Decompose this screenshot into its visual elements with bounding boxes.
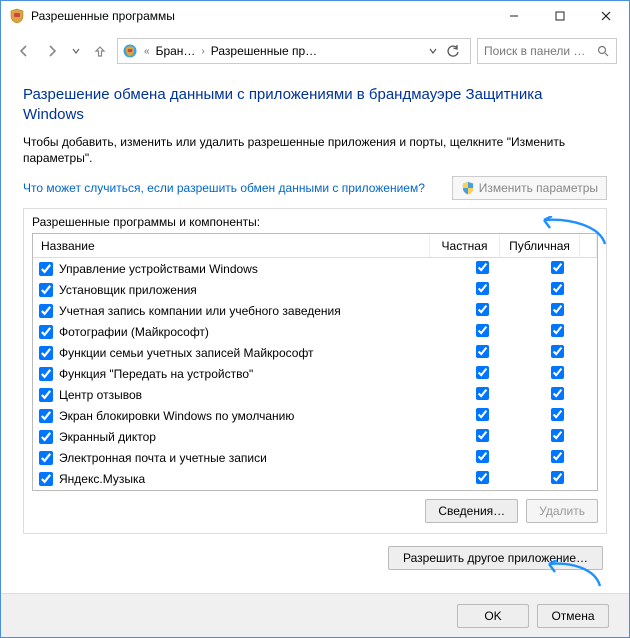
close-button[interactable] [583,1,629,31]
chevron-left-icon: « [142,46,152,57]
column-public[interactable]: Публичная [500,234,580,257]
allow-another-app-button[interactable]: Разрешить другое приложение… [388,546,603,570]
row-name: Экранный диктор [59,430,447,444]
row-name: Установщик приложения [59,283,447,297]
table-row[interactable]: Фотографии (Майкрософт) [33,321,597,342]
row-name: Управление устройствами Windows [59,262,447,276]
row-public-checkbox[interactable] [551,366,564,379]
breadcrumb-part[interactable]: Разрешенные пр… [211,44,317,58]
column-scrollbar [580,234,597,257]
row-private-checkbox[interactable] [476,345,489,358]
table-row[interactable]: Экранный диктор [33,426,597,447]
table-row[interactable]: Экран блокировки Windows по умолчанию [33,405,597,426]
forward-button[interactable] [41,40,63,62]
allowed-apps-group: Разрешенные программы и компоненты: Назв… [23,208,607,534]
row-name: Функция "Передать на устройство" [59,367,447,381]
row-name: Фотографии (Майкрософт) [59,325,447,339]
ok-button[interactable]: OK [457,604,529,628]
row-name: Центр отзывов [59,388,447,402]
row-private-checkbox[interactable] [476,450,489,463]
column-private[interactable]: Частная [430,234,500,257]
row-private-checkbox[interactable] [476,429,489,442]
titlebar: Разрешенные программы [1,1,629,31]
row-private-checkbox[interactable] [476,408,489,421]
row-public-checkbox[interactable] [551,408,564,421]
group-title: Разрешенные программы и компоненты: [32,215,598,229]
row-private-checkbox[interactable] [476,282,489,295]
row-public-checkbox[interactable] [551,345,564,358]
row-private-checkbox[interactable] [476,324,489,337]
row-name: Функции семьи учетных записей Майкрософт [59,346,447,360]
page-heading: Разрешение обмена данными с приложениями… [23,85,607,124]
row-name: Экран блокировки Windows по умолчанию [59,409,447,423]
row-private-checkbox[interactable] [476,303,489,316]
refresh-button[interactable] [446,44,466,58]
row-private-checkbox[interactable] [476,387,489,400]
table-row[interactable]: Учетная запись компании или учебного зав… [33,300,597,321]
minimize-button[interactable] [491,1,537,31]
row-enabled-checkbox[interactable] [39,283,53,297]
row-public-checkbox[interactable] [551,387,564,400]
row-enabled-checkbox[interactable] [39,472,53,486]
table-header: Название Частная Публичная [33,234,597,258]
search-input[interactable]: Поиск в панели … [477,38,617,64]
breadcrumb-dropdown[interactable] [424,46,442,56]
row-enabled-checkbox[interactable] [39,304,53,318]
risk-link[interactable]: Что может случиться, если разрешить обме… [23,181,442,195]
table-row[interactable]: Центр отзывов [33,384,597,405]
row-public-checkbox[interactable] [551,282,564,295]
row-public-checkbox[interactable] [551,324,564,337]
table-row[interactable]: Функция "Передать на устройство" [33,363,597,384]
window-title: Разрешенные программы [31,9,491,23]
row-public-checkbox[interactable] [551,471,564,484]
dialog-buttons: OK Отмена [1,593,629,637]
row-private-checkbox[interactable] [476,261,489,274]
up-button[interactable] [89,40,111,62]
row-enabled-checkbox[interactable] [39,430,53,444]
table-row[interactable]: Управление устройствами Windows [33,258,597,279]
breadcrumb-part[interactable]: Бран… [156,44,196,58]
row-public-checkbox[interactable] [551,429,564,442]
row-name: Учетная запись компании или учебного зав… [59,304,447,318]
row-public-checkbox[interactable] [551,303,564,316]
row-name: Электронная почта и учетные записи [59,451,447,465]
chevron-right-icon: › [199,46,206,57]
table-row[interactable]: Функции семьи учетных записей Майкрософт [33,342,597,363]
search-icon [597,45,610,58]
table-row[interactable]: Яндекс.Музыка [33,468,597,489]
row-enabled-checkbox[interactable] [39,409,53,423]
search-placeholder: Поиск в панели … [484,44,593,58]
delete-button[interactable]: Удалить [526,499,598,523]
row-private-checkbox[interactable] [476,471,489,484]
row-name: Яндекс.Музыка [59,472,447,486]
shield-icon [122,43,138,59]
maximize-button[interactable] [537,1,583,31]
cancel-button[interactable]: Отмена [537,604,609,628]
table-row[interactable]: Установщик приложения [33,279,597,300]
breadcrumb[interactable]: « Бран… › Разрешенные пр… [117,38,471,64]
uac-shield-icon [461,181,475,195]
recent-dropdown[interactable] [69,40,83,62]
row-private-checkbox[interactable] [476,366,489,379]
app-icon [9,8,25,24]
row-public-checkbox[interactable] [551,450,564,463]
page-description: Чтобы добавить, изменить или удалить раз… [23,134,607,166]
row-enabled-checkbox[interactable] [39,367,53,381]
table-row[interactable]: Электронная почта и учетные записи [33,447,597,468]
nav-toolbar: « Бран… › Разрешенные пр… Поиск в панели… [1,31,629,71]
row-enabled-checkbox[interactable] [39,325,53,339]
column-name[interactable]: Название [33,234,430,257]
row-enabled-checkbox[interactable] [39,388,53,402]
row-enabled-checkbox[interactable] [39,262,53,276]
app-list: Название Частная Публичная Управление ус… [32,233,598,491]
details-button[interactable]: Сведения… [425,499,518,523]
row-enabled-checkbox[interactable] [39,451,53,465]
row-public-checkbox[interactable] [551,261,564,274]
back-button[interactable] [13,40,35,62]
change-settings-label: Изменить параметры [479,181,598,195]
row-enabled-checkbox[interactable] [39,346,53,360]
change-settings-button[interactable]: Изменить параметры [452,176,607,200]
